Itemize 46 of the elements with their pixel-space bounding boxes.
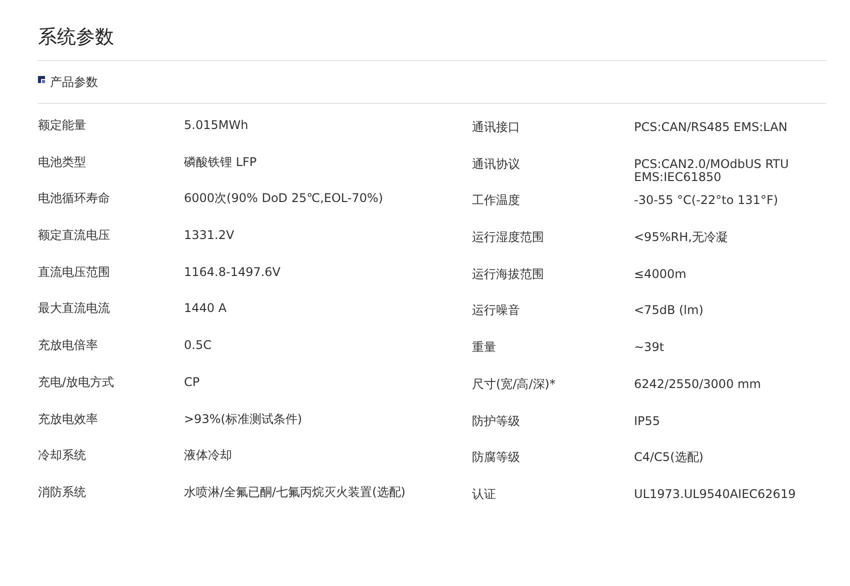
spec-label: 直流电压范围 bbox=[38, 266, 111, 281]
spec-value: -30-55 °C(-22°to 131°F) bbox=[634, 194, 778, 210]
spec-value: 0.5C bbox=[184, 339, 212, 354]
spec-label: 认证 bbox=[472, 488, 497, 503]
spec-label: 工作温度 bbox=[472, 194, 521, 210]
spec-value: 液体冷却 bbox=[184, 449, 232, 464]
spec-value: CP bbox=[184, 376, 200, 391]
spec-label: 尺寸(宽/高/深)* bbox=[472, 378, 556, 393]
spec-label: 充放电倍率 bbox=[38, 339, 99, 354]
spec-label: 通讯接口 bbox=[472, 121, 521, 136]
spec-value: 5.015MWh bbox=[184, 119, 248, 134]
spec-label: 电池类型 bbox=[38, 156, 87, 171]
spec-value: 1440 A bbox=[184, 302, 227, 318]
spec-value: <95%RH,无冷凝 bbox=[634, 231, 728, 246]
spec-value: ~39t bbox=[634, 341, 664, 356]
spec-label: 运行噪音 bbox=[472, 304, 521, 320]
spec-value: 磷酸铁锂 LFP bbox=[184, 156, 257, 171]
spec-label: 运行海拔范围 bbox=[472, 268, 545, 283]
spec-label: 防腐等级 bbox=[472, 451, 521, 466]
spec-value: 水喷淋/全氟已酮/七氟丙烷灭火装置(选配) bbox=[184, 486, 406, 501]
spec-label: 运行湿度范围 bbox=[472, 231, 545, 246]
spec-value: PCS:CAN2.0/MOdbUS RTU EMS:IEC61850 bbox=[634, 158, 789, 186]
spec-value: 1164.8-1497.6V bbox=[184, 266, 281, 281]
spec-value: PCS:CAN/RS485 EMS:LAN bbox=[634, 121, 788, 136]
spec-label: 电池循环寿命 bbox=[38, 192, 111, 208]
spec-value: 6000次(90% DoD 25℃,EOL-70%) bbox=[184, 192, 384, 208]
spec-value: 1331.2V bbox=[184, 229, 234, 244]
spec-label: 最大直流电流 bbox=[38, 302, 111, 318]
spec-value: IP55 bbox=[634, 414, 660, 430]
spec-label: 充放电效率 bbox=[38, 412, 99, 428]
spec-value: C4/C5(选配) bbox=[634, 451, 704, 466]
spec-value: UL1973.UL9540AIEC62619 bbox=[634, 488, 796, 503]
spec-label: 通讯协议 bbox=[472, 158, 521, 173]
section-title: 产品参数 bbox=[50, 74, 98, 90]
spec-value: <75dB (lm) bbox=[634, 304, 704, 320]
spec-label: 重量 bbox=[472, 341, 497, 356]
spec-label: 充电/放电方式 bbox=[38, 376, 116, 391]
spec-label: 防护等级 bbox=[472, 414, 521, 430]
spec-value: 6242/2550/3000 mm bbox=[634, 378, 761, 393]
spec-label: 额定直流电压 bbox=[38, 229, 111, 244]
spec-label: 消防系统 bbox=[38, 486, 87, 501]
spec-label: 冷却系统 bbox=[38, 449, 87, 464]
spec-value: ≤4000m bbox=[634, 268, 686, 283]
spec-value: >93%(标准测试条件) bbox=[184, 412, 302, 428]
page-title: 系统参数 bbox=[38, 25, 115, 50]
spec-label: 额定能量 bbox=[38, 119, 87, 134]
